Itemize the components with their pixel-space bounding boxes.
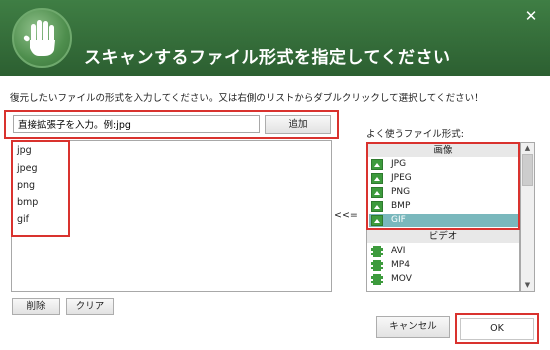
format-label: AVI: [391, 246, 406, 256]
scroll-up-icon[interactable]: ▲: [521, 143, 534, 154]
video-icon: [371, 274, 383, 285]
instruction-text: 復元したいファイルの形式を入力してください。又は右側のリストからダブルクリックし…: [10, 93, 484, 104]
ok-button[interactable]: OK: [460, 318, 534, 340]
app-logo: [12, 8, 72, 68]
video-icon: [371, 260, 383, 271]
list-item[interactable]: jpeg: [17, 163, 38, 174]
delete-button[interactable]: 削除: [12, 298, 60, 315]
hand-icon: [23, 20, 55, 56]
list-item[interactable]: gif: [17, 214, 29, 225]
move-arrow: <<=: [334, 210, 358, 221]
scroll-down-icon[interactable]: ▼: [521, 280, 534, 291]
format-item-mp4[interactable]: MP4: [369, 259, 519, 272]
category-header-video: ビデオ: [367, 230, 519, 243]
image-formats-highlight: [366, 142, 520, 230]
clear-button[interactable]: クリア: [66, 298, 114, 315]
list-item[interactable]: jpg: [17, 145, 32, 156]
close-icon[interactable]: ✕: [521, 6, 541, 26]
format-label: MP4: [391, 260, 410, 270]
dialog-title: スキャンするファイル形式を指定してください: [84, 48, 451, 68]
format-item-mov[interactable]: MOV: [369, 273, 519, 286]
extension-input[interactable]: [13, 115, 260, 133]
cancel-button[interactable]: キャンセル: [376, 316, 450, 338]
list-item[interactable]: bmp: [17, 197, 38, 208]
format-item-avi[interactable]: AVI: [369, 245, 519, 258]
video-icon: [371, 246, 383, 257]
frequent-formats-label: よく使うファイル形式:: [366, 129, 465, 140]
list-item[interactable]: png: [17, 180, 35, 191]
scrollbar-thumb[interactable]: [522, 154, 533, 186]
format-label: MOV: [391, 274, 412, 284]
add-button[interactable]: 追加: [265, 115, 331, 134]
